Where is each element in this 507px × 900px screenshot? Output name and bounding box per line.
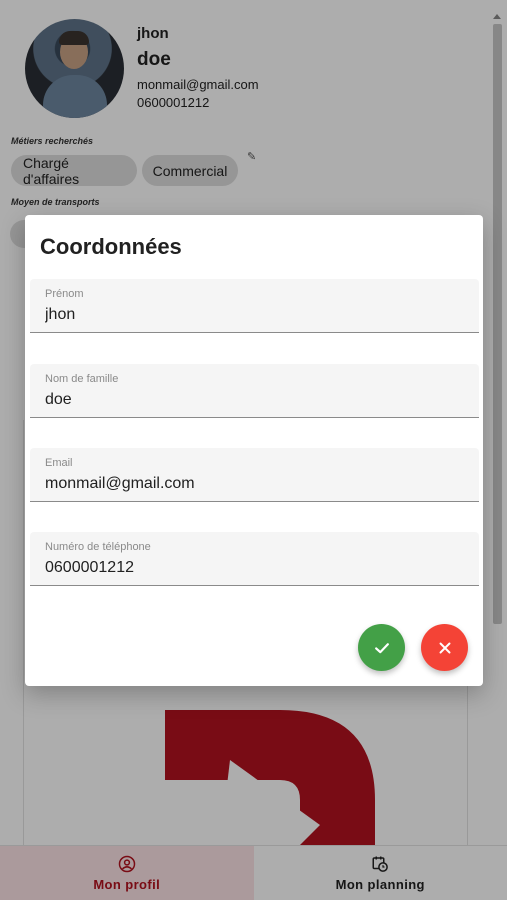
cancel-button[interactable] bbox=[421, 624, 468, 671]
last-name-field[interactable]: Nom de famille bbox=[30, 364, 479, 418]
last-name-input[interactable] bbox=[45, 391, 465, 409]
confirm-button[interactable] bbox=[358, 624, 405, 671]
email-input[interactable] bbox=[45, 475, 465, 493]
dialog-title: Coordonnées bbox=[40, 234, 182, 259]
email-label: Email bbox=[45, 457, 73, 469]
phone-field[interactable]: Numéro de téléphone bbox=[30, 532, 479, 586]
check-icon bbox=[374, 642, 389, 653]
first-name-input[interactable] bbox=[45, 306, 465, 324]
coordinates-dialog: Coordonnées Prénom Nom de famille Email … bbox=[25, 215, 483, 686]
phone-input[interactable] bbox=[45, 559, 465, 577]
email-field[interactable]: Email bbox=[30, 448, 479, 502]
phone-label: Numéro de téléphone bbox=[45, 541, 151, 553]
first-name-label: Prénom bbox=[45, 288, 84, 300]
last-name-label: Nom de famille bbox=[45, 373, 119, 385]
close-icon bbox=[439, 642, 450, 653]
first-name-field[interactable]: Prénom bbox=[30, 279, 479, 333]
